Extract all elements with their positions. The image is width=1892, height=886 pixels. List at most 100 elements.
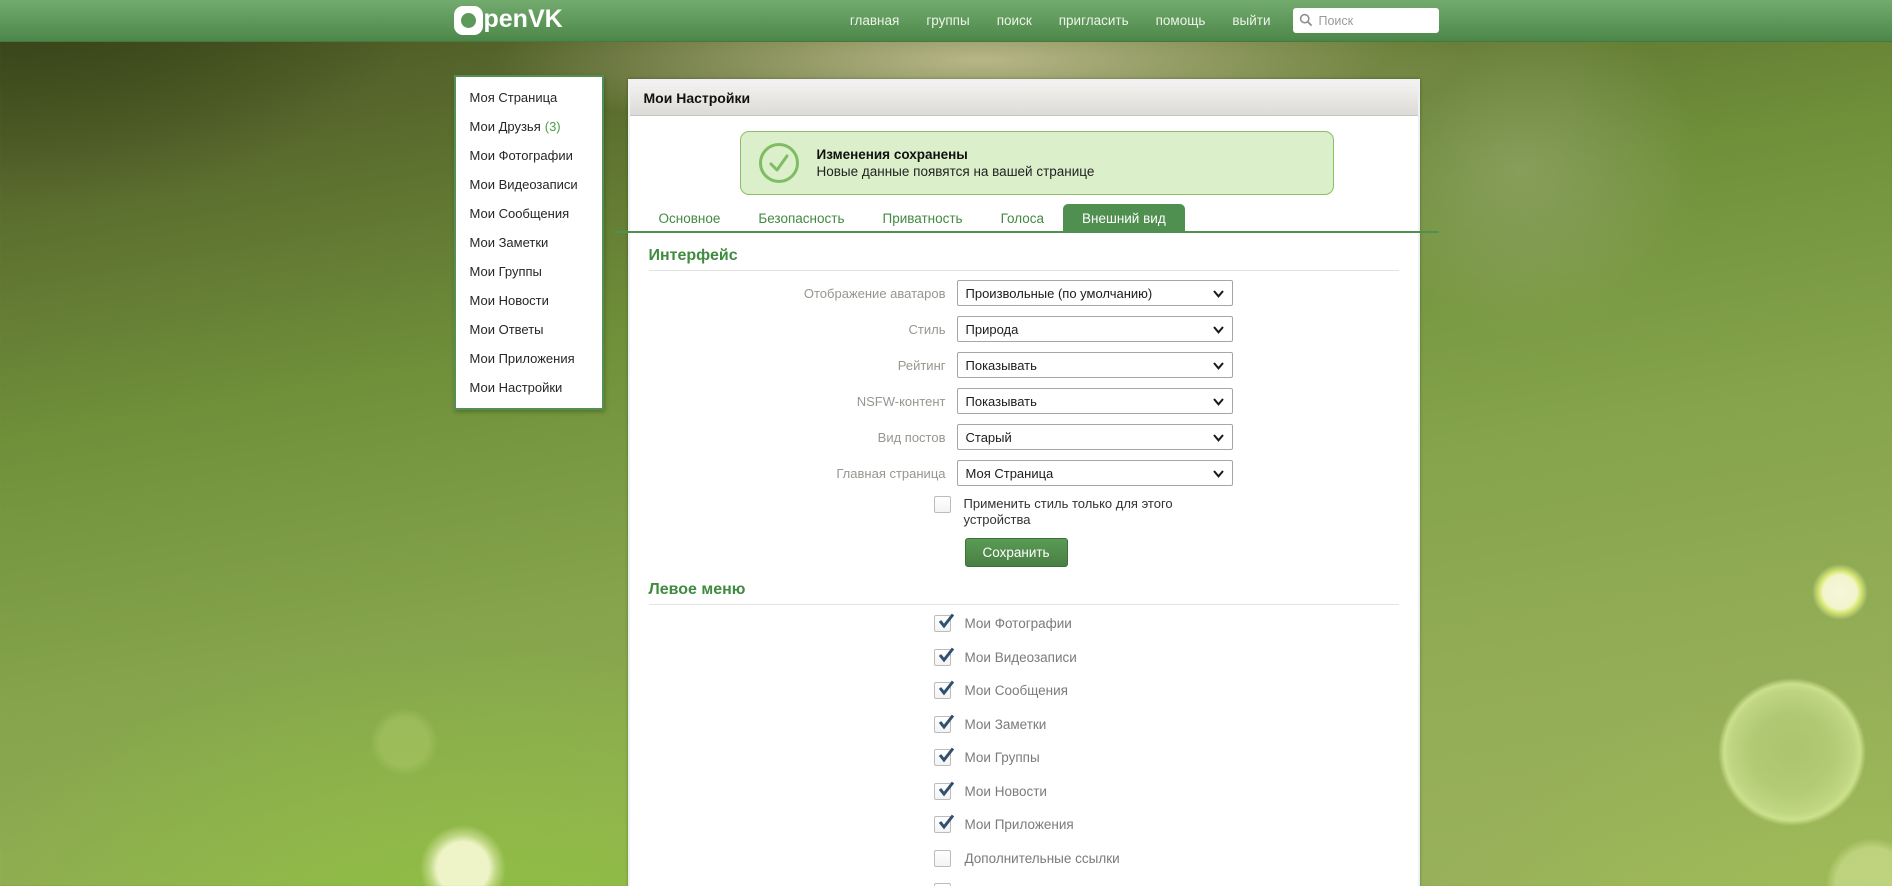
nav-link-logout[interactable]: выйти xyxy=(1232,13,1270,28)
sidebar: Моя Страница Мои Друзья (3) Мои Фотографи… xyxy=(453,75,604,410)
left-menu-item-photos[interactable]: Мои Фотографии xyxy=(933,607,1399,641)
field-label: Стиль xyxy=(908,321,946,337)
section-heading-left-menu: Левое меню xyxy=(648,581,1399,605)
post-view-select[interactable]: Старый xyxy=(956,424,1233,450)
sidebar-item-my-messages[interactable]: Мои Сообщения xyxy=(456,199,602,228)
sidebar-item-my-notes[interactable]: Мои Заметки xyxy=(456,228,602,257)
search-input[interactable] xyxy=(1292,8,1439,33)
chevron-down-icon xyxy=(1212,326,1224,334)
rating-select[interactable]: Показывать xyxy=(956,352,1233,378)
tab-security[interactable]: Безопасность xyxy=(739,204,863,233)
checkmark-icon xyxy=(938,781,954,797)
nsfw-content-select[interactable]: Показывать xyxy=(956,388,1233,414)
success-alert: Изменения сохранены Новые данные появятс… xyxy=(739,131,1334,195)
save-button[interactable]: Сохранить xyxy=(964,538,1068,567)
left-menu-checklist: Мои Фотографии Мои Видеозаписи Мои Сообщ… xyxy=(649,607,1399,886)
chevron-down-icon xyxy=(1212,362,1224,370)
checkbox-checked[interactable] xyxy=(933,714,954,733)
alert-text: Новые данные появятся на вашей странице xyxy=(816,164,1095,179)
form-row: Стиль Природа xyxy=(649,316,1399,342)
apply-style-device-checkbox[interactable] xyxy=(933,496,951,513)
chevron-down-icon xyxy=(1212,434,1224,442)
alert-body: Изменения сохранены Новые данные появятс… xyxy=(817,147,1095,179)
checkmark-icon xyxy=(938,680,954,696)
openvk-logo-text: penVK xyxy=(483,4,563,33)
checkbox-checked[interactable] xyxy=(933,613,954,633)
apply-style-device-row[interactable]: Применить стиль только для этого устройс… xyxy=(933,496,1196,528)
chevron-down-icon xyxy=(1212,290,1224,298)
form-row: Главная страница Моя Страница xyxy=(649,460,1399,486)
nav-link-search[interactable]: поиск xyxy=(997,13,1032,28)
left-menu-item-videos[interactable]: Мои Видеозаписи xyxy=(933,641,1399,675)
checkbox-checked[interactable] xyxy=(933,781,954,800)
nav-link-invite[interactable]: пригласить xyxy=(1059,13,1129,28)
nav-link-home[interactable]: главная xyxy=(850,13,899,28)
checkbox-unchecked[interactable] xyxy=(933,849,951,867)
nav-link-help[interactable]: помощь xyxy=(1156,13,1206,28)
tab-privacy[interactable]: Приватность xyxy=(863,204,981,233)
sidebar-item-my-friends[interactable]: Мои Друзья (3) xyxy=(456,112,602,141)
form-row: NSFW-контент Показывать xyxy=(649,388,1399,414)
form-row: Рейтинг Показывать xyxy=(649,352,1399,378)
page-title: Мои Настройки xyxy=(643,90,751,106)
checkbox-checked[interactable] xyxy=(933,647,954,666)
apply-style-device-label: Применить стиль только для этого устройс… xyxy=(963,496,1173,527)
settings-panel: Мои Настройки Изменения сохранены Новые … xyxy=(613,79,1439,886)
tab-appearance[interactable]: Внешний вид xyxy=(1063,204,1185,233)
style-select[interactable]: Природа xyxy=(956,316,1233,342)
top-navbar: penVK главная группы поиск пригласить по… xyxy=(0,0,1892,42)
checkbox-checked[interactable] xyxy=(933,814,954,834)
field-label: Главная страница xyxy=(836,465,946,481)
tab-content: Интерфейс Отображение аватаров Произволь… xyxy=(630,247,1418,886)
sidebar-item-my-settings[interactable]: Мои Настройки xyxy=(456,373,602,402)
checkmark-icon xyxy=(938,814,954,830)
checkmark-icon xyxy=(938,613,954,629)
left-menu-item-news[interactable]: Мои Новости xyxy=(933,775,1399,809)
check-circle-icon xyxy=(758,143,799,183)
left-menu-item-extra-links[interactable]: Дополнительные ссылки xyxy=(933,842,1399,876)
left-menu-item-groups[interactable]: Мои Группы xyxy=(933,741,1399,775)
sidebar-item-my-photos[interactable]: Мои Фотографии xyxy=(456,141,602,170)
checkmark-icon xyxy=(938,647,954,663)
chevron-down-icon xyxy=(1212,470,1224,478)
openvk-logo-icon xyxy=(453,6,483,35)
sidebar-item-my-replies[interactable]: Мои Ответы xyxy=(456,315,602,344)
field-label: Вид постов xyxy=(877,429,946,445)
sidebar-item-my-news[interactable]: Мои Новости xyxy=(456,286,602,315)
sidebar-item-my-apps[interactable]: Мои Приложения xyxy=(456,344,602,373)
navbar-search xyxy=(1292,8,1439,33)
field-label: Рейтинг xyxy=(897,357,946,373)
tab-general[interactable]: Основное xyxy=(640,204,740,233)
nav-link-groups[interactable]: группы xyxy=(926,13,969,28)
avatars-display-select[interactable]: Произвольные (по умолчанию) xyxy=(956,280,1233,306)
page-title-bar: Мои Настройки xyxy=(629,81,1418,116)
main-page-select[interactable]: Моя Страница xyxy=(956,460,1233,486)
navbar-links: главная группы поиск пригласить помощь в… xyxy=(850,13,1271,28)
form-row: Вид постов Старый xyxy=(649,424,1399,450)
search-icon xyxy=(1299,13,1312,27)
sidebar-item-my-groups[interactable]: Мои Группы xyxy=(456,257,602,286)
friends-count-badge: (3) xyxy=(544,119,561,134)
settings-tabs: Основное Безопасность Приватность Голоса… xyxy=(613,204,1439,233)
interface-form: Отображение аватаров Произвольные (по ум… xyxy=(649,280,1399,567)
checkmark-icon xyxy=(938,714,954,730)
sidebar-item-my-page[interactable]: Моя Страница xyxy=(456,83,602,112)
checkbox-checked[interactable] xyxy=(933,747,954,767)
tab-votes[interactable]: Голоса xyxy=(982,204,1063,233)
sidebar-item-my-videos[interactable]: Мои Видеозаписи xyxy=(456,170,602,199)
checkmark-icon xyxy=(938,747,954,763)
checkbox-checked[interactable] xyxy=(933,680,954,700)
page-wrapper: Моя Страница Мои Друзья (3) Мои Фотографи… xyxy=(453,75,1439,886)
left-menu-item-messages[interactable]: Мои Сообщения xyxy=(933,674,1399,708)
form-row: Отображение аватаров Произвольные (по ум… xyxy=(649,280,1399,306)
left-menu-item-apps[interactable]: Мои Приложения xyxy=(933,808,1399,842)
navbar-inner: penVK главная группы поиск пригласить по… xyxy=(453,0,1439,41)
field-label: Отображение аватаров xyxy=(803,285,946,301)
section-heading-interface: Интерфейс xyxy=(648,247,1399,271)
field-label: NSFW-контент xyxy=(856,393,946,409)
chevron-down-icon xyxy=(1212,398,1224,406)
left-menu-item-partial[interactable] xyxy=(933,875,1399,886)
alert-title: Изменения сохранены xyxy=(816,147,968,162)
openvk-logo[interactable]: penVK xyxy=(453,4,604,35)
left-menu-item-notes[interactable]: Мои Заметки xyxy=(933,708,1399,742)
